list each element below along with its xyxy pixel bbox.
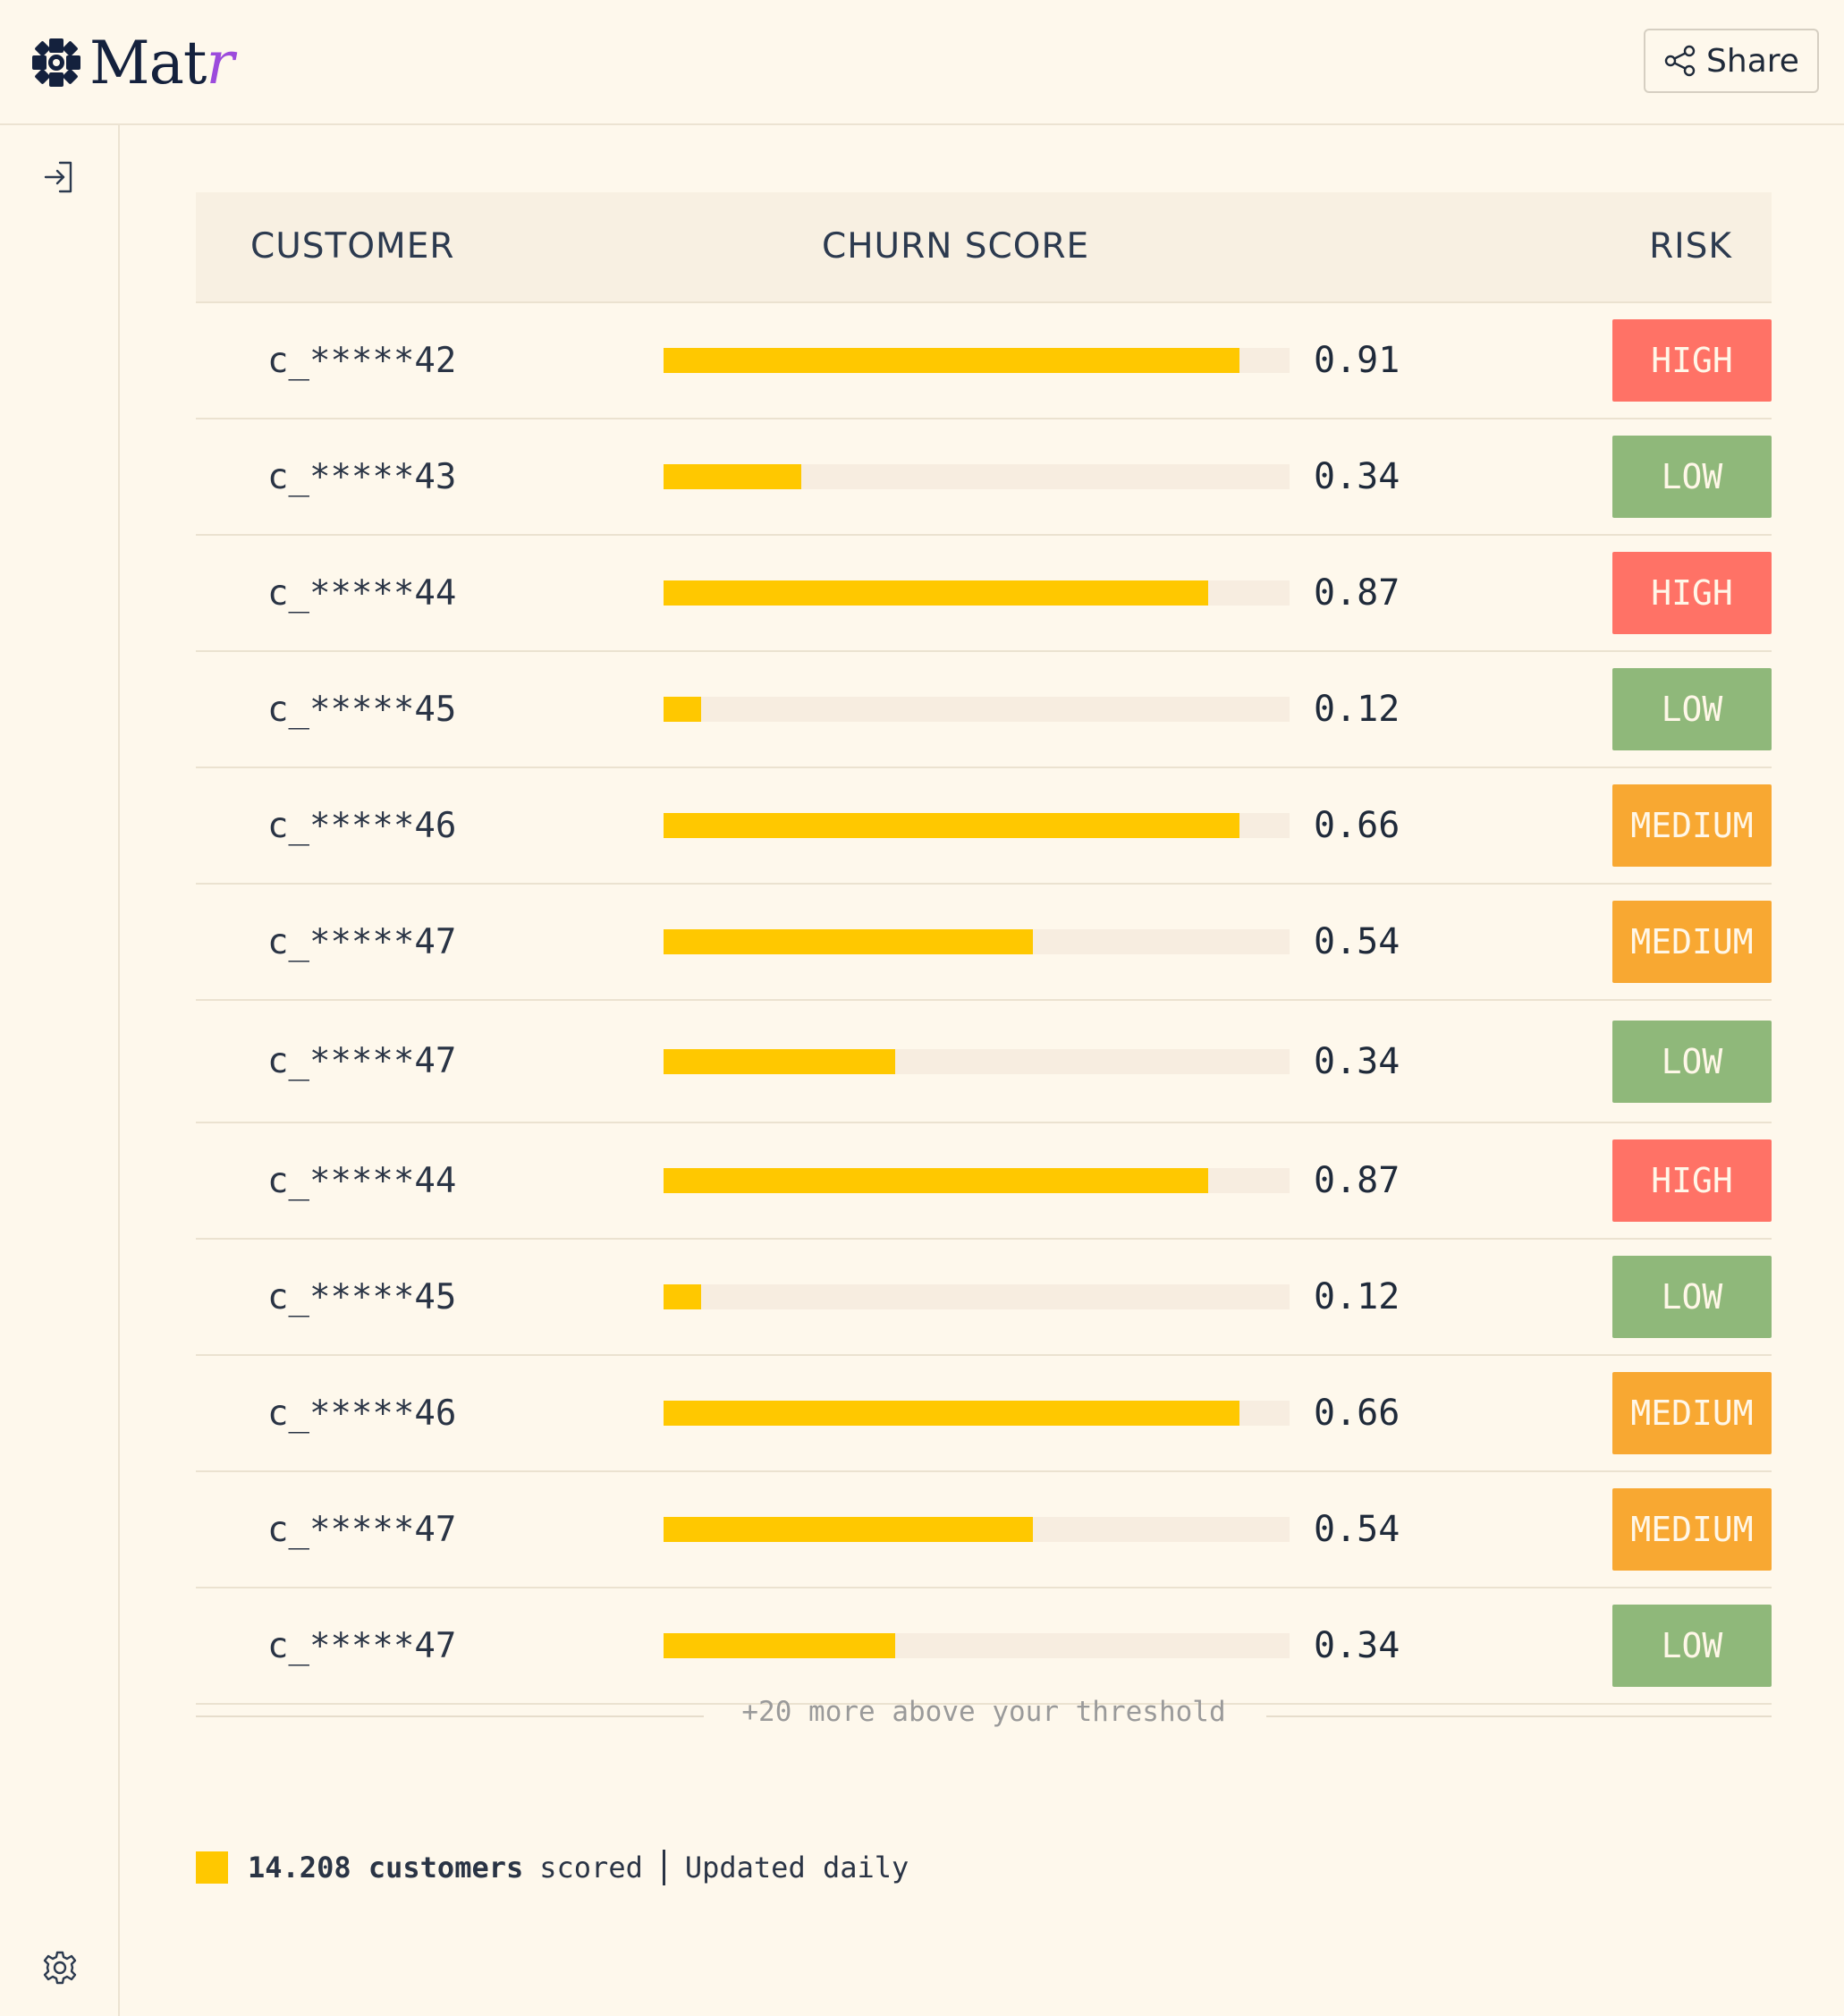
churn-score-value: 0.12 xyxy=(1314,689,1400,730)
churn-score-bar xyxy=(664,929,1290,954)
churn-score-bar xyxy=(664,697,1290,722)
header-customer[interactable]: CUSTOMER xyxy=(250,226,454,267)
separator xyxy=(662,1850,665,1885)
churn-score-value: 0.66 xyxy=(1314,1393,1400,1434)
more-above-threshold-text[interactable]: +20 more above your threshold xyxy=(196,1696,1772,1728)
churn-score-bar-fill xyxy=(664,1633,895,1658)
churn-score-bar xyxy=(664,580,1290,606)
legend-swatch xyxy=(196,1851,228,1884)
updated-label: Updated daily xyxy=(684,1851,909,1885)
churn-score-bar xyxy=(664,813,1290,838)
customer-id: c_*****47 xyxy=(267,1625,457,1666)
risk-badge: HIGH xyxy=(1612,552,1772,634)
risk-badge: LOW xyxy=(1612,1256,1772,1338)
customer-id: c_*****47 xyxy=(267,1509,457,1550)
churn-score-bar xyxy=(664,1284,1290,1309)
churn-score-value: 0.54 xyxy=(1314,921,1400,962)
churn-score-bar xyxy=(664,348,1290,373)
churn-score-bar-fill xyxy=(664,580,1208,606)
risk-badge: MEDIUM xyxy=(1612,1488,1772,1571)
risk-badge: LOW xyxy=(1612,1605,1772,1687)
customer-id: c_*****46 xyxy=(267,1393,457,1434)
risk-badge: LOW xyxy=(1612,1020,1772,1103)
logo-text: Matr xyxy=(89,28,234,97)
table-row[interactable]: c_*****42 0.91 HIGH xyxy=(196,303,1772,419)
table-row[interactable]: c_*****44 0.87 HIGH xyxy=(196,536,1772,652)
risk-badge: HIGH xyxy=(1612,1139,1772,1222)
churn-score-value: 0.87 xyxy=(1314,1160,1400,1201)
churn-score-bar xyxy=(664,1168,1290,1193)
churn-score-bar-fill xyxy=(664,1284,701,1309)
table-row[interactable]: c_*****44 0.87 HIGH xyxy=(196,1123,1772,1240)
customer-id: c_*****43 xyxy=(267,456,457,497)
churn-score-value: 0.34 xyxy=(1314,1040,1400,1082)
customer-id: c_*****44 xyxy=(267,1160,457,1201)
share-icon xyxy=(1664,45,1696,77)
customer-id: c_*****42 xyxy=(267,340,457,381)
customer-id: c_*****47 xyxy=(267,921,457,962)
logo-prefix: Mat xyxy=(89,28,207,97)
churn-score-value: 0.87 xyxy=(1314,572,1400,614)
customer-id: c_*****45 xyxy=(267,689,457,730)
top-bar: Matr Share xyxy=(0,0,1844,125)
churn-score-value: 0.12 xyxy=(1314,1276,1400,1317)
customer-id: c_*****44 xyxy=(267,572,457,614)
churn-score-bar-fill xyxy=(664,348,1239,373)
churn-score-bar xyxy=(664,1517,1290,1542)
churn-score-bar-fill xyxy=(664,464,801,489)
header-risk[interactable]: RISK xyxy=(1649,226,1732,267)
churn-score-value: 0.66 xyxy=(1314,805,1400,846)
more-divider: +20 more above your threshold xyxy=(196,1696,1772,1728)
risk-badge: HIGH xyxy=(1612,319,1772,402)
customer-count: 14.208 customers xyxy=(248,1851,524,1885)
churn-score-bar-fill xyxy=(664,697,701,722)
table-body: c_*****42 0.91 HIGH c_*****43 0.34 LOW c_*****… xyxy=(196,303,1772,1705)
table-header: CUSTOMER CHURN SCORE RISK xyxy=(196,192,1772,303)
churn-score-bar-fill xyxy=(664,929,1033,954)
scored-label: scored xyxy=(539,1851,643,1885)
churn-score-bar xyxy=(664,1048,1290,1074)
logo-accent: r xyxy=(206,28,234,97)
footer-summary: 14.208 customers scored Updated daily xyxy=(196,1850,909,1885)
share-label: Share xyxy=(1706,42,1799,80)
customer-id: c_*****47 xyxy=(267,1041,457,1081)
churn-score-bar-fill xyxy=(664,1517,1033,1542)
risk-badge: MEDIUM xyxy=(1612,784,1772,867)
churn-score-value: 0.34 xyxy=(1314,456,1400,497)
churn-score-value: 0.34 xyxy=(1314,1625,1400,1666)
risk-badge: LOW xyxy=(1612,436,1772,518)
flower-logo-icon xyxy=(32,38,80,87)
table-row[interactable]: c_*****47 0.34 LOW xyxy=(196,1001,1772,1123)
table-row[interactable]: c_*****46 0.66 MEDIUM xyxy=(196,768,1772,885)
table-row[interactable]: c_*****46 0.66 MEDIUM xyxy=(196,1356,1772,1472)
risk-badge: MEDIUM xyxy=(1612,901,1772,983)
table-row[interactable]: c_*****47 0.54 MEDIUM xyxy=(196,885,1772,1001)
churn-score-bar-fill xyxy=(664,1401,1239,1426)
app-logo[interactable]: Matr xyxy=(30,27,234,98)
churn-score-bar xyxy=(664,1401,1290,1426)
share-button[interactable]: Share xyxy=(1644,29,1819,93)
churn-score-value: 0.54 xyxy=(1314,1509,1400,1550)
table-row[interactable]: c_*****45 0.12 LOW xyxy=(196,1240,1772,1356)
table-row[interactable]: c_*****43 0.34 LOW xyxy=(196,419,1772,536)
churn-table: CUSTOMER CHURN SCORE RISK c_*****42 0.91 H… xyxy=(196,192,1772,1705)
customer-id: c_*****46 xyxy=(267,805,457,846)
header-churn-score[interactable]: CHURN SCORE xyxy=(822,226,1089,267)
churn-score-bar xyxy=(664,464,1290,489)
customer-id: c_*****45 xyxy=(267,1276,457,1317)
risk-badge: MEDIUM xyxy=(1612,1372,1772,1454)
churn-score-value: 0.91 xyxy=(1314,340,1400,381)
sidebar xyxy=(0,125,120,2016)
table-row[interactable]: c_*****45 0.12 LOW xyxy=(196,652,1772,768)
churn-score-bar-fill xyxy=(664,1168,1208,1193)
table-row[interactable]: c_*****47 0.34 LOW xyxy=(196,1588,1772,1705)
risk-badge: LOW xyxy=(1612,668,1772,750)
churn-score-bar-fill xyxy=(664,813,1239,838)
table-row[interactable]: c_*****47 0.54 MEDIUM xyxy=(196,1472,1772,1588)
churn-score-bar-fill xyxy=(664,1048,895,1074)
gear-icon[interactable] xyxy=(42,1950,78,1986)
churn-score-bar xyxy=(664,1633,1290,1658)
sign-in-icon[interactable] xyxy=(42,159,78,195)
